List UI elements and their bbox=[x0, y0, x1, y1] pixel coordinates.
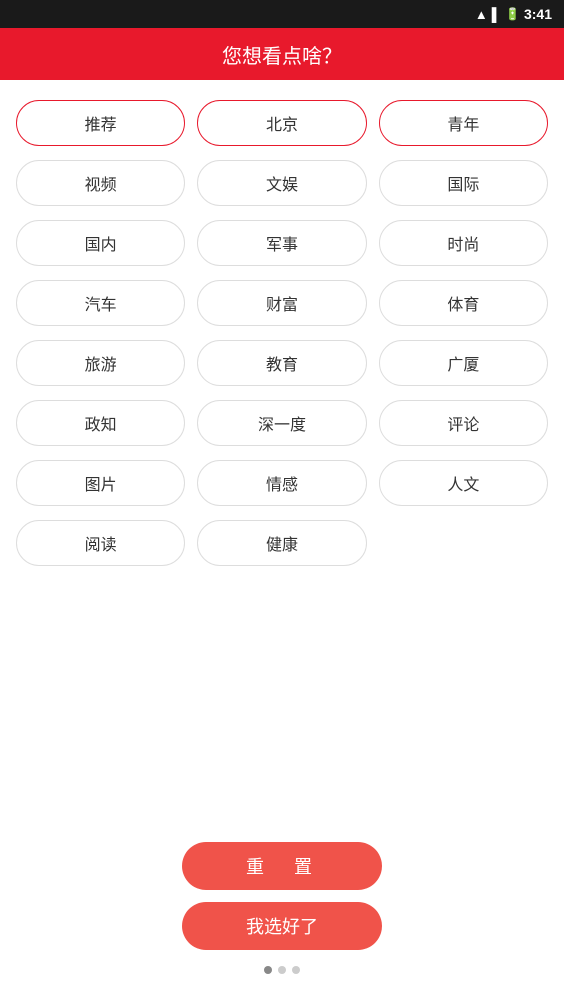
tag-item-lvyou[interactable]: 旅游 bbox=[16, 340, 185, 386]
tag-item-qingnian[interactable]: 青年 bbox=[379, 100, 548, 146]
content-area: 推荐北京青年视频文娱国际国内军事时尚汽车财富体育旅游教育广厦政知深一度评论图片情… bbox=[0, 80, 564, 1004]
tag-item-beijing[interactable]: 北京 bbox=[197, 100, 366, 146]
tag-item-guangsha[interactable]: 广厦 bbox=[379, 340, 548, 386]
tag-item-tupian[interactable]: 图片 bbox=[16, 460, 185, 506]
battery-icon: 🔋 bbox=[505, 7, 520, 21]
pagination-dot-2 bbox=[292, 966, 300, 974]
status-bar: ▲ ▌ 🔋 3:41 bbox=[0, 0, 564, 28]
confirm-button[interactable]: 我选好了 bbox=[182, 902, 382, 950]
tag-item-shengyidu[interactable]: 深一度 bbox=[197, 400, 366, 446]
bottom-area: 重 置 我选好了 bbox=[16, 842, 548, 994]
tag-item-pinglun[interactable]: 评论 bbox=[379, 400, 548, 446]
wifi-icon: ▲ bbox=[475, 7, 488, 22]
status-icons: ▲ ▌ 🔋 3:41 bbox=[475, 6, 552, 22]
status-time: 3:41 bbox=[524, 6, 552, 22]
tag-item-renwen[interactable]: 人文 bbox=[379, 460, 548, 506]
header-title: 您想看点啥？ bbox=[222, 40, 342, 69]
tag-item-guonei[interactable]: 国内 bbox=[16, 220, 185, 266]
pagination-dots bbox=[264, 966, 300, 974]
tag-item-guoji[interactable]: 国际 bbox=[379, 160, 548, 206]
tag-item-zhengzhi[interactable]: 政知 bbox=[16, 400, 185, 446]
signal-icon: ▌ bbox=[492, 7, 501, 22]
pagination-dot-1 bbox=[278, 966, 286, 974]
tag-item-jiankang[interactable]: 健康 bbox=[197, 520, 366, 566]
tag-item-wenyu[interactable]: 文娱 bbox=[197, 160, 366, 206]
tag-item-caifu[interactable]: 财富 bbox=[197, 280, 366, 326]
reset-button[interactable]: 重 置 bbox=[182, 842, 382, 890]
pagination-dot-0 bbox=[264, 966, 272, 974]
tag-item-yuedu[interactable]: 阅读 bbox=[16, 520, 185, 566]
tag-item-qinggan[interactable]: 情感 bbox=[197, 460, 366, 506]
tag-item-shipin[interactable]: 视频 bbox=[16, 160, 185, 206]
tag-item-tiyu[interactable]: 体育 bbox=[379, 280, 548, 326]
header: 您想看点啥？ bbox=[0, 28, 564, 80]
tag-item-shishang[interactable]: 时尚 bbox=[379, 220, 548, 266]
tag-item-qiche[interactable]: 汽车 bbox=[16, 280, 185, 326]
tag-item-tuijian[interactable]: 推荐 bbox=[16, 100, 185, 146]
tags-grid: 推荐北京青年视频文娱国际国内军事时尚汽车财富体育旅游教育广厦政知深一度评论图片情… bbox=[16, 100, 548, 566]
tag-item-junshi[interactable]: 军事 bbox=[197, 220, 366, 266]
tag-item-jiaoyu[interactable]: 教育 bbox=[197, 340, 366, 386]
